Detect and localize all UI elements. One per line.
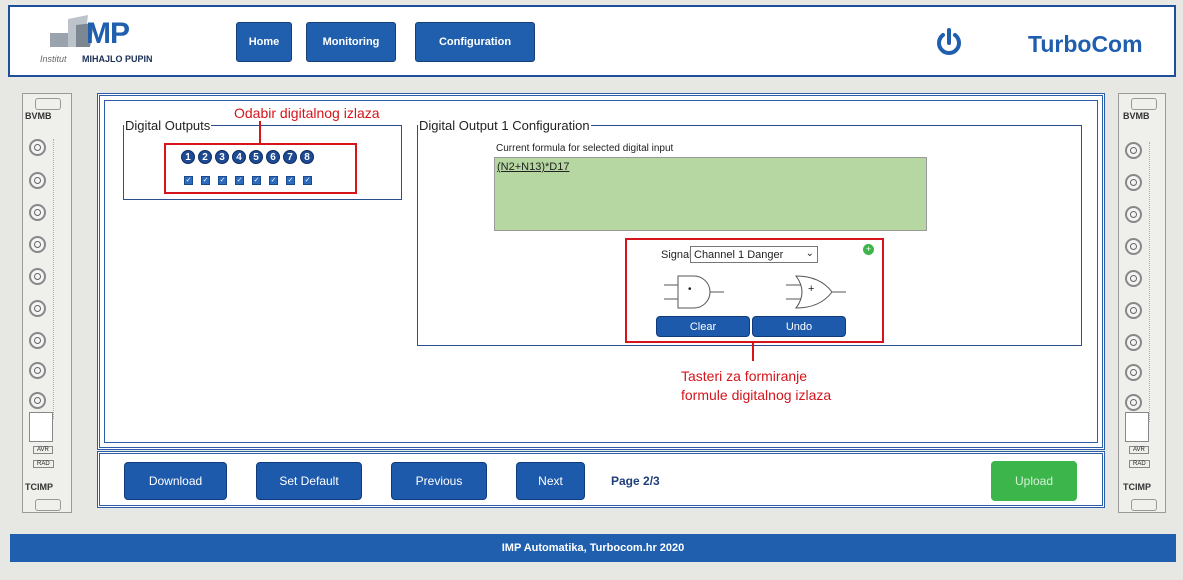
ethernet-port-icon	[29, 412, 53, 442]
output-6-button[interactable]: 6	[266, 150, 280, 164]
output-8-checkbox[interactable]: ✓	[303, 176, 312, 185]
brand-turbocom: TurboCom	[1028, 31, 1143, 57]
connector	[1125, 334, 1142, 351]
rack-title: BVMB	[25, 111, 52, 121]
logo-name: MIHAJLO PUPIN	[82, 54, 153, 64]
rack-tag: RAD	[33, 460, 54, 468]
set-default-button[interactable]: Set Default	[256, 462, 362, 500]
formula-text: (N2+N13)*D17	[497, 161, 570, 173]
nav-configuration[interactable]: Configuration	[415, 22, 535, 62]
output-5-checkbox[interactable]: ✓	[252, 176, 261, 185]
upload-button[interactable]: Upload	[991, 461, 1077, 501]
output-2-button[interactable]: 2	[198, 150, 212, 164]
connector	[29, 362, 46, 379]
output-7-checkbox[interactable]: ✓	[286, 176, 295, 185]
rack-bottom-label: TCIMP	[25, 482, 53, 492]
or-gate-icon[interactable]	[786, 272, 848, 312]
formula-display[interactable]: (N2+N13)*D17	[494, 157, 927, 231]
output-7-button[interactable]: 7	[283, 150, 297, 164]
output-4-button[interactable]: 4	[232, 150, 246, 164]
output-2-checkbox[interactable]: ✓	[201, 176, 210, 185]
connector	[1125, 394, 1142, 411]
connector	[1125, 364, 1142, 381]
add-icon[interactable]: +	[863, 244, 874, 255]
chevron-down-icon: ⌄	[805, 248, 814, 259]
rack-tag: RAD	[1129, 460, 1150, 468]
outputs-annotation: Odabir digitalnog izlaza	[234, 105, 380, 121]
outputs-annotation-line	[259, 121, 261, 143]
rack-tag: AVR	[1129, 446, 1149, 454]
imp-logo: MP Institut MIHAJLO PUPIN	[40, 13, 160, 69]
rack-bottom-label: TCIMP	[1123, 482, 1151, 492]
app-header: MP Institut MIHAJLO PUPIN Home Monitorin…	[8, 5, 1176, 77]
logo-mark: MP	[86, 17, 130, 50]
connector	[1125, 238, 1142, 255]
undo-button[interactable]: Undo	[752, 316, 846, 337]
signal-select-value: Channel 1 Danger	[694, 248, 784, 261]
rack-leds	[1149, 142, 1158, 422]
connector	[1125, 174, 1142, 191]
rack-handle	[35, 499, 61, 511]
rack-title: BVMB	[1123, 111, 1150, 121]
output-config-legend: Digital Output 1 Configuration	[419, 118, 590, 133]
connector	[1125, 270, 1142, 287]
logo-institut: Institut	[40, 54, 67, 64]
output-1-checkbox[interactable]: ✓	[184, 176, 193, 185]
and-gate-symbol: •	[688, 284, 692, 295]
next-button[interactable]: Next	[516, 462, 585, 500]
output-selector: 1 2 3 4 5 6 7 8	[181, 150, 314, 164]
connector	[1125, 302, 1142, 319]
connector	[29, 204, 46, 221]
download-button[interactable]: Download	[124, 462, 227, 500]
bottom-action-bar	[97, 451, 1105, 508]
buttons-annotation-line1: Tasteri za formiranje	[681, 368, 808, 384]
connector	[29, 392, 46, 409]
digital-outputs-legend: Digital Outputs	[125, 118, 211, 133]
connector	[29, 172, 46, 189]
output-3-button[interactable]: 3	[215, 150, 229, 164]
connector	[29, 332, 46, 349]
output-6-checkbox[interactable]: ✓	[269, 176, 278, 185]
connector	[29, 268, 46, 285]
rack-tag: AVR	[33, 446, 53, 454]
output-4-checkbox[interactable]: ✓	[235, 176, 244, 185]
output-1-button[interactable]: 1	[181, 150, 195, 164]
rack-leds	[53, 139, 62, 419]
output-8-button[interactable]: 8	[300, 150, 314, 164]
ethernet-port-icon	[1125, 412, 1149, 442]
or-gate-symbol: +	[808, 283, 815, 295]
buttons-annotation-line2: formule digitalnog izlaza	[681, 387, 832, 403]
previous-button[interactable]: Previous	[391, 462, 487, 500]
and-gate-icon[interactable]	[664, 272, 726, 312]
output-checkboxes: ✓ ✓ ✓ ✓ ✓ ✓ ✓ ✓	[184, 176, 312, 185]
rack-handle	[35, 98, 61, 110]
output-3-checkbox[interactable]: ✓	[218, 176, 227, 185]
connector	[29, 236, 46, 253]
output-5-button[interactable]: 5	[249, 150, 263, 164]
rack-handle	[1131, 98, 1157, 110]
connector	[29, 300, 46, 317]
formula-label: Current formula for selected digital inp…	[496, 143, 674, 154]
connector	[29, 139, 46, 156]
nav-monitoring[interactable]: Monitoring	[306, 22, 396, 62]
page-indicator: Page 2/3	[611, 474, 660, 488]
signal-select[interactable]: Channel 1 Danger ⌄	[690, 246, 818, 263]
clear-button[interactable]: Clear	[656, 316, 750, 337]
left-rack-module: BVMB AVR RAD TCIMP	[22, 93, 72, 513]
nav-home[interactable]: Home	[236, 22, 292, 62]
connector	[1125, 206, 1142, 223]
rack-handle	[1131, 499, 1157, 511]
buttons-annotation-line	[752, 343, 754, 361]
connector	[1125, 142, 1142, 159]
power-icon[interactable]	[935, 27, 963, 57]
footer: IMP Automatika, Turbocom.hr 2020	[10, 534, 1176, 562]
right-rack-module: BVMB AVR RAD TCIMP	[1118, 93, 1166, 513]
